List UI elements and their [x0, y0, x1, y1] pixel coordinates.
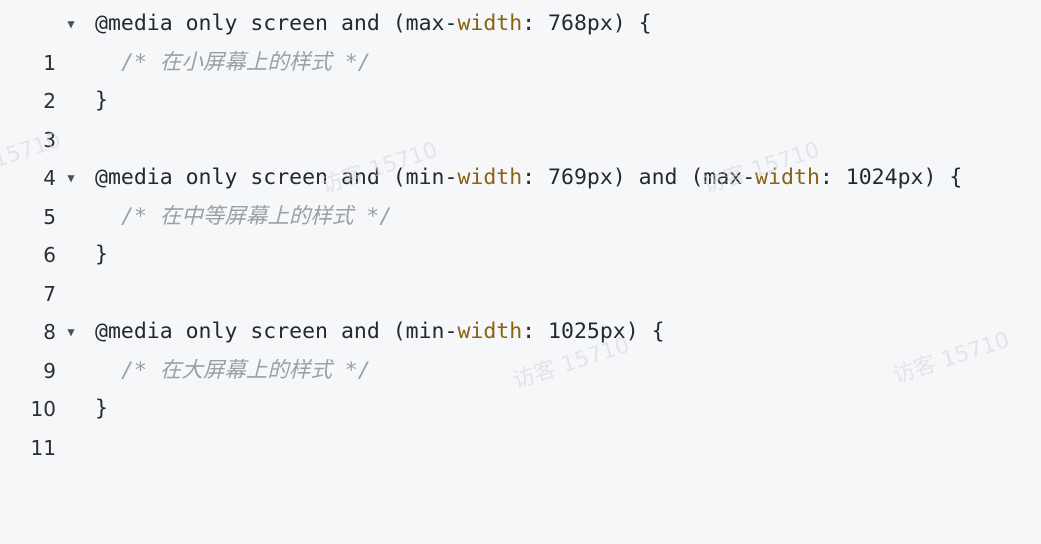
code-token: : 1025px) {: [522, 319, 665, 344]
code-token: : 1024px) {: [819, 165, 963, 190]
code-token: : 768px) {: [522, 11, 652, 36]
code-line[interactable]: 10 /* 在大屏幕上的样式 */: [0, 352, 1041, 422]
code-editor[interactable]: 1 ▼ @media only screen and (max-width: 7…: [0, 5, 1041, 460]
property-token: width: [457, 319, 523, 344]
code-token: @media only screen and (min-: [95, 319, 458, 344]
code-comment: /* 在小屏幕上的样式 */: [121, 49, 371, 75]
code-line[interactable]: 8: [0, 275, 1041, 344]
fold-arrow-icon[interactable]: ▼: [64, 159, 78, 198]
fold-arrow-icon[interactable]: ▼: [64, 5, 78, 44]
property-token: width: [755, 165, 820, 190]
code-line[interactable]: 1 ▼ @media only screen and (max-width: 7…: [0, 5, 1041, 75]
code-line[interactable]: 2 /* 在小屏幕上的样式 */: [0, 44, 1041, 114]
code-line[interactable]: 11 }: [0, 390, 1041, 460]
code-line[interactable]: 4: [0, 121, 1041, 190]
code-text: }: [95, 242, 108, 267]
code-line[interactable]: 6 /* 在中等屏幕上的样式 */: [0, 198, 1041, 268]
property-token: width: [457, 165, 523, 190]
code-line[interactable]: 3 }: [0, 82, 1041, 152]
code-comment: /* 在中等屏幕上的样式 */: [121, 203, 393, 229]
code-text: }: [95, 88, 108, 113]
code-line[interactable]: 7 }: [0, 236, 1041, 306]
code-text: @media only screen and (min-width: 1025p…: [95, 313, 665, 352]
code-token: @media only screen and (min-: [95, 165, 458, 190]
fold-arrow-icon[interactable]: ▼: [64, 313, 78, 352]
code-comment: /* 在大屏幕上的样式 */: [121, 357, 371, 383]
code-token: @media only screen and (max-: [95, 11, 458, 36]
code-text: @media only screen and (min-width: 769px…: [95, 159, 962, 198]
code-line[interactable]: 5 ▼ @media only screen and (min-width: 7…: [0, 159, 1041, 229]
code-token: : 769px) and (max-: [522, 165, 756, 190]
line-number: 11: [30, 435, 56, 460]
code-text: }: [95, 396, 108, 421]
code-text: @media only screen and (max-width: 768px…: [95, 5, 652, 44]
code-line[interactable]: 9 ▼ @media only screen and (min-width: 1…: [0, 313, 1041, 383]
property-token: width: [457, 11, 523, 36]
